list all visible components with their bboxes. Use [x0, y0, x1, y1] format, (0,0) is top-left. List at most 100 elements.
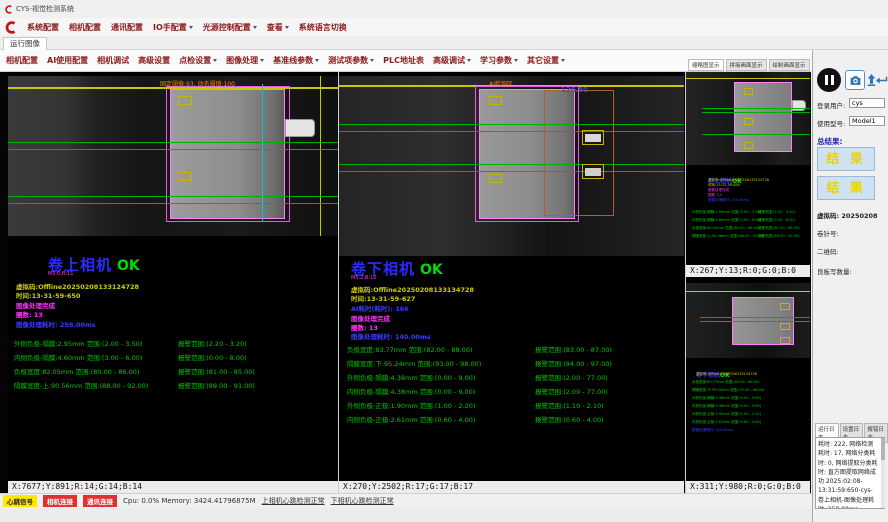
time-line: 时间:13-31-59-650 — [16, 290, 80, 300]
tool-advanced-debug[interactable]: 高级调试 — [433, 55, 471, 66]
virtual-code-value: 20250208 — [841, 212, 877, 220]
tool-test-params[interactable]: 测试项参数 — [328, 55, 374, 66]
tool-baseline-params[interactable]: 基准线参数 — [273, 55, 319, 66]
tab-run-image[interactable]: 运行图像 — [3, 37, 47, 50]
log-scrollbar-thumb[interactable] — [881, 438, 885, 460]
dropdown-arrow-icon — [260, 59, 264, 62]
virtual-code-label: 虚拟码: 20250208 — [817, 210, 878, 220]
result-box-1: 结 果 — [817, 147, 875, 171]
dropdown-arrow-icon — [561, 59, 565, 62]
marker-box — [744, 88, 753, 95]
trigger-info: M5:2,B:10 — [351, 275, 376, 281]
left-camera-panel: 固定阈值:93, 动态阈值:100 卷上相机OK M5:0,B:11 虚拟码:O… — [8, 72, 338, 493]
bright-spot — [585, 134, 601, 142]
panel-divider — [685, 72, 686, 493]
measure-row: 负极宽度:82.05mm 范围:(80.00 - 86.00) — [14, 366, 139, 376]
pixel-coordinate-readout: X:270;Y:2502;R:17;G:17;B:17 — [339, 481, 684, 493]
marker-box — [780, 323, 790, 330]
alarm-range: 报警范围:(81.00 - 85.00) — [178, 366, 255, 376]
tool-learning-params[interactable]: 学习参数 — [480, 55, 518, 66]
edge-line-cyan — [262, 84, 263, 222]
tool-spot-check[interactable]: 点检设置 — [179, 55, 217, 66]
camera-capture-button[interactable] — [845, 70, 865, 90]
left-camera-image[interactable]: 固定阈值:93, 动态阈值:100 — [8, 76, 338, 236]
thumbnail-bottom-image[interactable] — [686, 283, 810, 358]
bright-spot — [585, 168, 601, 176]
tool-camera-config[interactable]: 相机配置 — [6, 55, 38, 66]
dropdown-arrow-icon — [467, 59, 471, 62]
model-input[interactable] — [849, 116, 885, 126]
time-line: 时间:13-31-59-627 — [351, 293, 415, 303]
upload-button[interactable] — [867, 70, 876, 90]
arrow-up-icon — [867, 73, 876, 87]
measure-line — [8, 203, 338, 204]
pixel-coordinate-readout: X:311;Y:980;R:0;G:0;B:0 — [686, 481, 810, 493]
pause-button[interactable] — [817, 68, 841, 92]
return-arrow-icon — [876, 74, 888, 87]
view-tab-thumbnail[interactable]: 缩略图显示 — [688, 59, 724, 71]
menu-item-io-config[interactable]: IO手配置 — [153, 22, 193, 33]
measure-line — [8, 149, 338, 150]
menu-item-comm-config[interactable]: 通讯配置 — [111, 22, 143, 33]
alarm-range: 报警范围:(89.00 - 91.00) — [178, 380, 255, 390]
heartbeat-badge: 心跳信号 — [3, 495, 37, 507]
thumb-measure-row: 隔膜宽度-上:90.56mm 范围:(88.00 - 92.00) — [692, 234, 764, 239]
tool-image-processing[interactable]: 图像处理 — [226, 55, 264, 66]
measure-line — [702, 134, 810, 135]
tool-other-settings[interactable]: 其它设置 — [527, 55, 565, 66]
measure-line — [339, 164, 684, 165]
alarm-range: 报警范围:(0.00 - 8.00) — [178, 352, 247, 362]
tab-lead-shape — [792, 100, 806, 111]
menu-item-light-control[interactable]: 光源控制配置 — [203, 22, 257, 33]
marker-box — [178, 96, 192, 105]
thumbnail-view-tabs: 缩略图显示 拼接画面显示 绘制画面显示 — [688, 59, 810, 71]
measure-line — [702, 108, 810, 109]
thumb-measure-row: 外侧负极-正极:1.90mm 范围:(1.00 - 2.20) — [692, 412, 761, 417]
right-sidebar: 登录用户: 使用型号: 总结果: 结 果 结 果 虚拟码: 20250208 卷… — [812, 50, 888, 522]
menu-item-system-config[interactable]: 系统配置 — [27, 22, 59, 33]
ai-zone-label: AI检测区 — [489, 79, 513, 88]
elapsed-line: 图像处理耗时: 258.00ms — [16, 319, 96, 329]
measure-row: 外侧负极-隔膜:4.38mm 范围:(0.00 - 9.00) — [347, 372, 475, 382]
menu-item-language-switch[interactable]: 系统语言切换 — [299, 22, 347, 33]
status-ok-label: OK — [117, 258, 140, 274]
measure-row: 内侧负极-正极:2.61mm 范围:(0.60 - 4.00) — [347, 414, 475, 424]
measure-value-overlay: 120.80 — [561, 86, 588, 94]
thumbnail-top-image[interactable] — [686, 72, 810, 165]
thumb-measure-row: 内侧负极-隔膜:4.60mm 范围:(3.00 - 6.00) — [692, 218, 761, 223]
middle-camera-panel: AI检测区 120.80 卷下相机OK M5:2,B:10 虚拟码:Offlin… — [339, 72, 684, 493]
alarm-range: 报警范围:(0.60 - 4.00) — [535, 414, 604, 424]
marker-box — [780, 303, 790, 310]
log-output[interactable]: 耗时: 222, 网络检测耗时: 17, 网络分类耗时: 0, 网络提取分类耗时… — [815, 437, 885, 509]
camera-connection-badge: 相机连接 — [43, 495, 77, 507]
tool-ai-config[interactable]: AI使用配置 — [47, 55, 88, 66]
trigger-info: M5:0,B:11 — [48, 271, 73, 277]
tool-plc-address[interactable]: PLC地址表 — [383, 55, 424, 66]
thumb-code-line: 虚拟码:Offline20250208133134728 — [696, 372, 757, 377]
view-tab-stitch[interactable]: 拼接画面显示 — [726, 59, 767, 71]
tool-camera-debug[interactable]: 相机调试 — [97, 55, 129, 66]
tool-advanced-settings[interactable]: 高级设置 — [138, 55, 170, 66]
measure-line — [700, 317, 810, 318]
ruler-line-vertical — [320, 76, 321, 236]
login-user-input[interactable] — [849, 98, 885, 108]
camera-icon — [849, 74, 862, 87]
measure-line — [702, 112, 810, 113]
logout-button[interactable] — [876, 70, 888, 90]
measure-line — [339, 124, 684, 125]
menu-item-view[interactable]: 查看 — [267, 22, 289, 33]
title-bar: CYS-视觉检测系统 — [0, 0, 888, 18]
view-tab-draw[interactable]: 绘制画面显示 — [769, 59, 810, 71]
middle-camera-image[interactable]: AI检测区 120.80 — [339, 76, 684, 256]
marker-box — [744, 142, 753, 149]
menu-item-camera-config[interactable]: 相机配置 — [69, 22, 101, 33]
marker-box — [178, 172, 192, 181]
alarm-range: 报警范围:(94.00 - 97.00) — [535, 358, 612, 368]
measure-row: 外侧负极-隔膜:2.95mm 范围:(2.00 - 3.50) — [14, 338, 142, 348]
thumb-measure-row: 外侧负极-隔膜:4.38mm 范围:(0.00 - 9.00) — [692, 396, 761, 401]
thumb-measure-row: 负极宽度:83.77mm 范围:(82.00 - 88.00) — [692, 380, 760, 385]
alarm-range: 报警范围:(83.00 - 87.00) — [535, 344, 612, 354]
thumb-alarm: 报警范围:(81.00 - 85.00) — [758, 226, 799, 231]
dropdown-arrow-icon — [253, 26, 257, 29]
result-box-2: 结 果 — [817, 176, 875, 200]
